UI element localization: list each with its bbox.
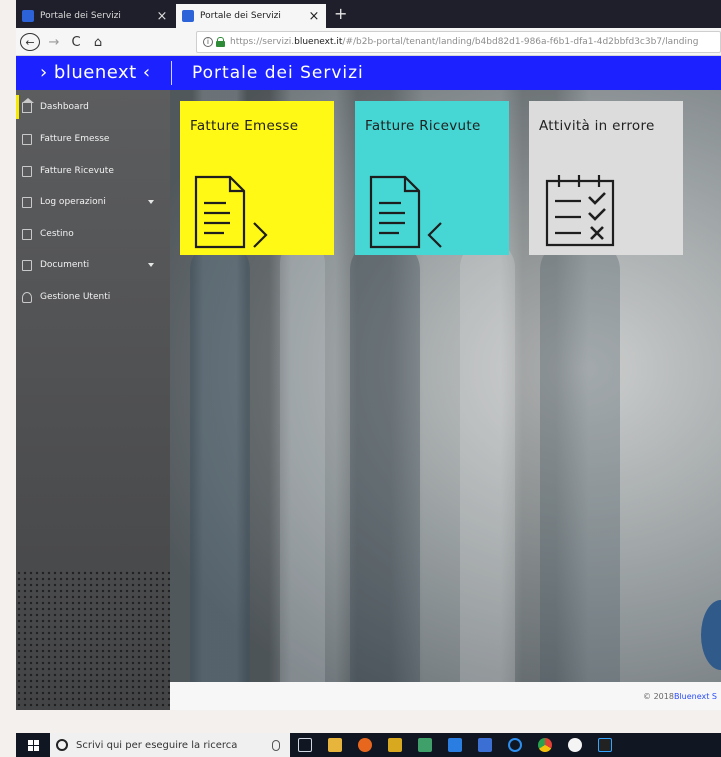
edge-icon[interactable]	[508, 738, 522, 752]
sidebar-item-label: Documenti	[40, 260, 90, 270]
user-icon	[22, 291, 32, 303]
windows-logo-icon	[27, 739, 39, 751]
sidebar-item-label: Log operazioni	[40, 197, 106, 207]
firefox-icon[interactable]	[358, 738, 372, 752]
tile-attivita-in-errore[interactable]: Attività in errore	[529, 101, 683, 255]
caret-down-icon	[148, 200, 154, 204]
cortana-icon	[56, 739, 68, 751]
desktop-edge	[0, 0, 16, 757]
main-content: Fatture Emesse Fatture Ricevute Attività…	[170, 90, 721, 710]
invoice-in-icon	[22, 165, 32, 177]
sidebar-item-fatture-emesse[interactable]: Fatture Emesse	[16, 127, 170, 151]
sidebar-item-label: Dashboard	[40, 102, 89, 112]
copyright-text: © 2018	[643, 691, 674, 701]
background-image	[350, 240, 420, 710]
sidebar-item-log-operazioni[interactable]: Log operazioni	[16, 190, 170, 214]
back-button[interactable]: ←	[20, 33, 40, 51]
background-image	[701, 600, 721, 670]
search-placeholder: Scrivi qui per eseguire la ricerca	[76, 739, 238, 751]
background-image	[460, 240, 515, 710]
close-tab-icon[interactable]: ×	[308, 10, 320, 23]
internet-explorer-icon[interactable]	[598, 738, 612, 752]
log-icon	[22, 196, 32, 208]
background-image	[190, 240, 250, 710]
document-arrow-left-icon	[369, 175, 442, 249]
browser-nav-bar: ← → C ⌂ i https://servizi. bluenext.it/#/…	[16, 28, 721, 56]
trash-doc-icon	[22, 228, 32, 240]
sidebar-item-documenti[interactable]: Documenti	[16, 253, 170, 277]
tile-label: Fatture Ricevute	[365, 118, 481, 134]
lock-icon	[216, 37, 225, 47]
info-icon[interactable]: i	[203, 37, 213, 47]
page-footer: © 2018 Bluenext S	[170, 682, 721, 710]
home-button[interactable]: ⌂	[90, 33, 106, 51]
app-icon[interactable]	[568, 738, 582, 752]
browser-tab-1[interactable]: Portale dei Servizi ×	[16, 4, 174, 28]
brand-link[interactable]: Bluenext S	[674, 692, 717, 701]
microphone-icon[interactable]	[272, 739, 280, 751]
sidebar-item-label: Gestione Utenti	[40, 292, 111, 302]
page-title: Portale dei Servizi	[192, 63, 364, 83]
reload-button[interactable]: C	[68, 33, 84, 51]
start-button[interactable]	[16, 733, 50, 757]
document-arrow-right-icon	[194, 175, 268, 249]
document-icon	[22, 259, 32, 271]
word-icon[interactable]	[478, 738, 492, 752]
app-icon[interactable]	[448, 738, 462, 752]
tile-label: Fatture Emesse	[190, 118, 299, 134]
sidebar: Dashboard Fatture Emesse Fatture Ricevut…	[16, 90, 170, 710]
task-view-icon[interactable]	[298, 738, 312, 752]
windows-taskbar: Scrivi qui per eseguire la ricerca	[16, 733, 721, 757]
header-divider	[171, 61, 172, 85]
browser-tab-bar: Portale dei Servizi × Portale dei Serviz…	[16, 0, 721, 28]
sidebar-item-label: Cestino	[40, 229, 74, 239]
sidebar-item-fatture-ricevute[interactable]: Fatture Ricevute	[16, 159, 170, 183]
browser-tab-2[interactable]: Portale dei Servizi ×	[176, 4, 326, 28]
forward-button[interactable]: →	[46, 33, 62, 51]
checklist-error-icon	[545, 175, 615, 247]
home-icon	[22, 97, 34, 113]
sidebar-item-label: Fatture Ricevute	[40, 166, 114, 176]
close-tab-icon[interactable]: ×	[156, 10, 168, 23]
spreadsheet-app-icon[interactable]	[418, 738, 432, 752]
taskbar-search[interactable]: Scrivi qui per eseguire la ricerca	[50, 733, 290, 757]
sidebar-item-label: Fatture Emesse	[40, 134, 110, 144]
tile-fatture-emesse[interactable]: Fatture Emesse	[180, 101, 334, 255]
background-image	[280, 240, 325, 710]
file-explorer-icon[interactable]	[328, 738, 342, 752]
tile-fatture-ricevute[interactable]: Fatture Ricevute	[355, 101, 509, 255]
favicon-icon	[182, 10, 194, 22]
sidebar-item-cestino[interactable]: Cestino	[16, 222, 170, 246]
tab-title: Portale dei Servizi	[40, 11, 121, 21]
sidebar-item-gestione-utenti[interactable]: Gestione Utenti	[16, 285, 170, 309]
tab-title: Portale dei Servizi	[200, 11, 281, 21]
invoice-out-icon	[22, 133, 32, 145]
url-bar[interactable]: i https://servizi. bluenext.it/#/b2b-port…	[196, 31, 721, 53]
url-path: /#/b2b-portal/tenant/landing/b4bd82d1-98…	[342, 37, 699, 47]
bluenext-logo[interactable]: › bluenext ‹	[40, 62, 151, 83]
outlook-icon[interactable]	[388, 738, 402, 752]
tile-label: Attività in errore	[539, 118, 655, 134]
background-image	[540, 240, 620, 710]
new-tab-button[interactable]: +	[334, 4, 347, 24]
app-header: › bluenext ‹ Portale dei Servizi	[16, 56, 721, 90]
url-host: bluenext.it	[294, 37, 343, 47]
sidebar-item-dashboard[interactable]: Dashboard	[16, 95, 170, 119]
caret-down-icon	[148, 263, 154, 267]
url-prefix: https://servizi.	[230, 37, 295, 47]
chrome-icon[interactable]	[538, 738, 552, 752]
favicon-icon	[22, 10, 34, 22]
